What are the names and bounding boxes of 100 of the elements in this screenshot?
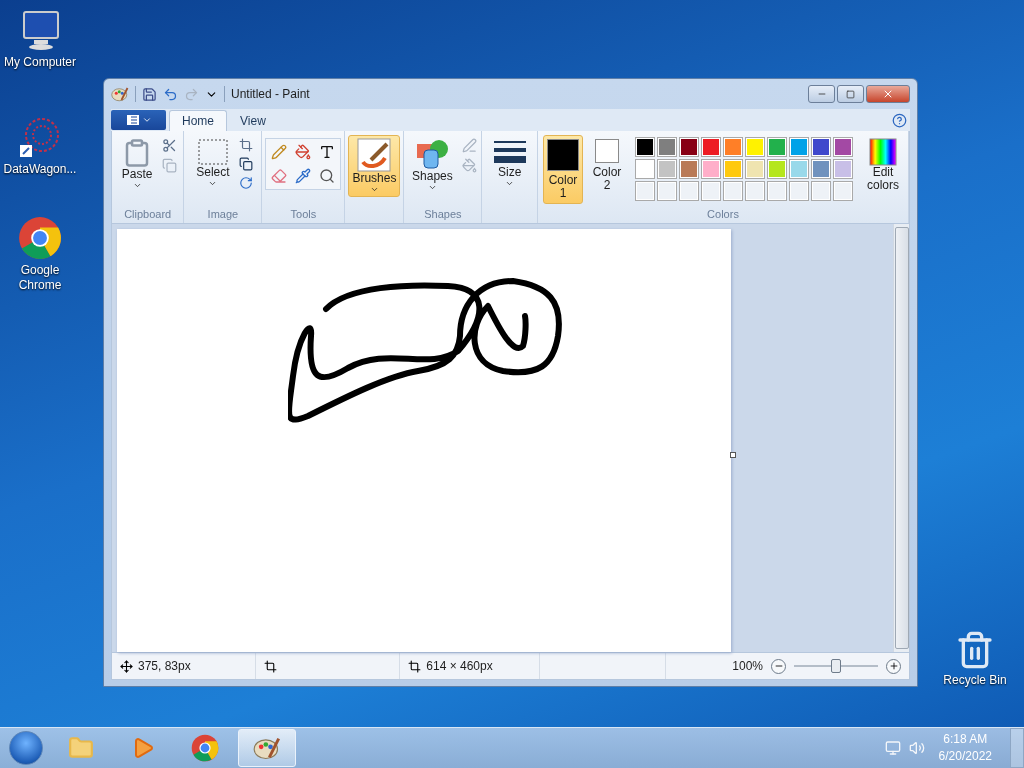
color-swatch[interactable] [833,159,853,179]
desktop-icon-label[interactable]: My Computer [4,55,76,70]
paste-button[interactable]: Paste [117,135,157,193]
maximize-icon [846,89,855,99]
desktop-icon-label[interactable]: Google Chrome [0,263,80,293]
chrome-icon [191,734,219,762]
group-label: Colors [706,208,740,222]
cursor-position: 375, 83px [138,659,191,673]
zoom-in-button[interactable] [886,658,901,674]
color-swatch[interactable] [657,159,677,179]
help-button[interactable] [892,112,907,128]
crop-button[interactable] [237,137,254,153]
taskbar-button[interactable] [238,729,296,767]
caret-icon [208,179,218,188]
color-slot-button[interactable]: Color 1 [543,135,583,204]
start-orb-icon [9,731,43,765]
drawing-canvas[interactable] [117,229,731,652]
empty-swatch[interactable] [723,181,743,201]
line-widths-icon [493,138,526,166]
selection-size-icon [264,659,278,673]
edit-colors-button[interactable]: Edit colors [861,135,905,195]
crop-icon [238,138,253,152]
shapes-button[interactable]: Shapes [408,135,457,195]
paint-bucket-icon [461,158,477,173]
shapes-icon [415,138,450,170]
color-swatch[interactable] [745,137,765,157]
ribbon-tab[interactable]: View [227,110,279,131]
copy-icon [161,158,177,173]
document-icon [125,114,140,126]
paint-bucket-icon [295,144,312,160]
size-button[interactable]: Size [489,135,530,191]
color-swatch[interactable] [723,137,743,157]
undo-button[interactable] [163,86,178,102]
empty-swatch[interactable] [767,181,787,201]
minimize-button[interactable] [808,85,835,103]
color-swatch[interactable] [767,159,787,179]
outline-button[interactable] [460,137,478,154]
desktop-icon-label[interactable]: DataWagon... [3,162,77,177]
color-swatch[interactable] [767,137,787,157]
color-swatch[interactable] [635,159,655,179]
color-swatch[interactable] [701,137,721,157]
color-slot-button[interactable]: Color 2 [587,135,627,196]
move-arrows-icon [120,659,133,673]
pipette-icon [295,168,312,184]
chrome-icon [18,216,62,260]
color-swatch[interactable] [811,159,831,179]
color-swatch[interactable] [833,137,853,157]
maximize-button[interactable] [837,85,864,103]
text-icon [319,144,336,160]
caret-icon [132,181,142,190]
color-swatch[interactable] [679,159,699,179]
network-shortcut-icon [18,115,62,159]
plus-icon [888,661,899,671]
zoom-slider-thumb[interactable] [831,659,841,673]
color-swatch[interactable] [679,137,699,157]
empty-swatch[interactable] [657,181,677,201]
scissors-icon [161,138,177,153]
volume-icon[interactable] [908,740,925,756]
color-swatch[interactable] [789,159,809,179]
empty-swatch[interactable] [679,181,699,201]
color-swatch[interactable] [811,137,831,157]
empty-swatch[interactable] [701,181,721,201]
color-swatch[interactable] [723,159,743,179]
save-button[interactable] [142,86,157,102]
fill-style-button[interactable] [460,157,478,174]
group-label: Shapes [423,208,463,222]
empty-swatch[interactable] [833,181,853,201]
canvas-size-icon [408,659,422,673]
resize-handle[interactable] [730,452,736,458]
rotate-button[interactable] [237,175,254,191]
network-icon[interactable] [884,740,901,756]
pen-icon [461,138,477,153]
close-button[interactable] [866,85,910,103]
caret-icon [427,183,437,192]
color-swatch[interactable] [789,137,809,157]
empty-swatch[interactable] [789,181,809,201]
color-swatch[interactable] [657,137,677,157]
redo-button[interactable] [184,86,199,102]
caret-icon [505,179,515,188]
empty-swatch[interactable] [635,181,655,201]
empty-swatch[interactable] [811,181,831,201]
eraser-icon [271,168,288,184]
color-swatch[interactable] [635,137,655,157]
brushes-button[interactable]: Brushes [348,135,401,197]
select-button[interactable]: Select [192,135,234,191]
canvas-size: 614 × 460px [426,659,493,673]
file-menu-button[interactable] [111,110,166,130]
empty-swatch[interactable] [745,181,765,201]
redo-icon [184,86,199,102]
color-swatch[interactable] [745,159,765,179]
color-swatch[interactable] [701,159,721,179]
show-desktop-button[interactable] [1010,728,1024,768]
resize-button[interactable] [237,156,254,172]
desktop-icon-label[interactable]: Recycle Bin [943,673,1007,688]
cut-button[interactable] [160,137,178,154]
zoom-out-button[interactable] [771,658,786,674]
close-icon [882,88,894,100]
ribbon-tab[interactable]: Home [169,110,227,131]
vertical-scrollbar[interactable] [893,224,909,652]
group-label: Image [206,208,240,222]
